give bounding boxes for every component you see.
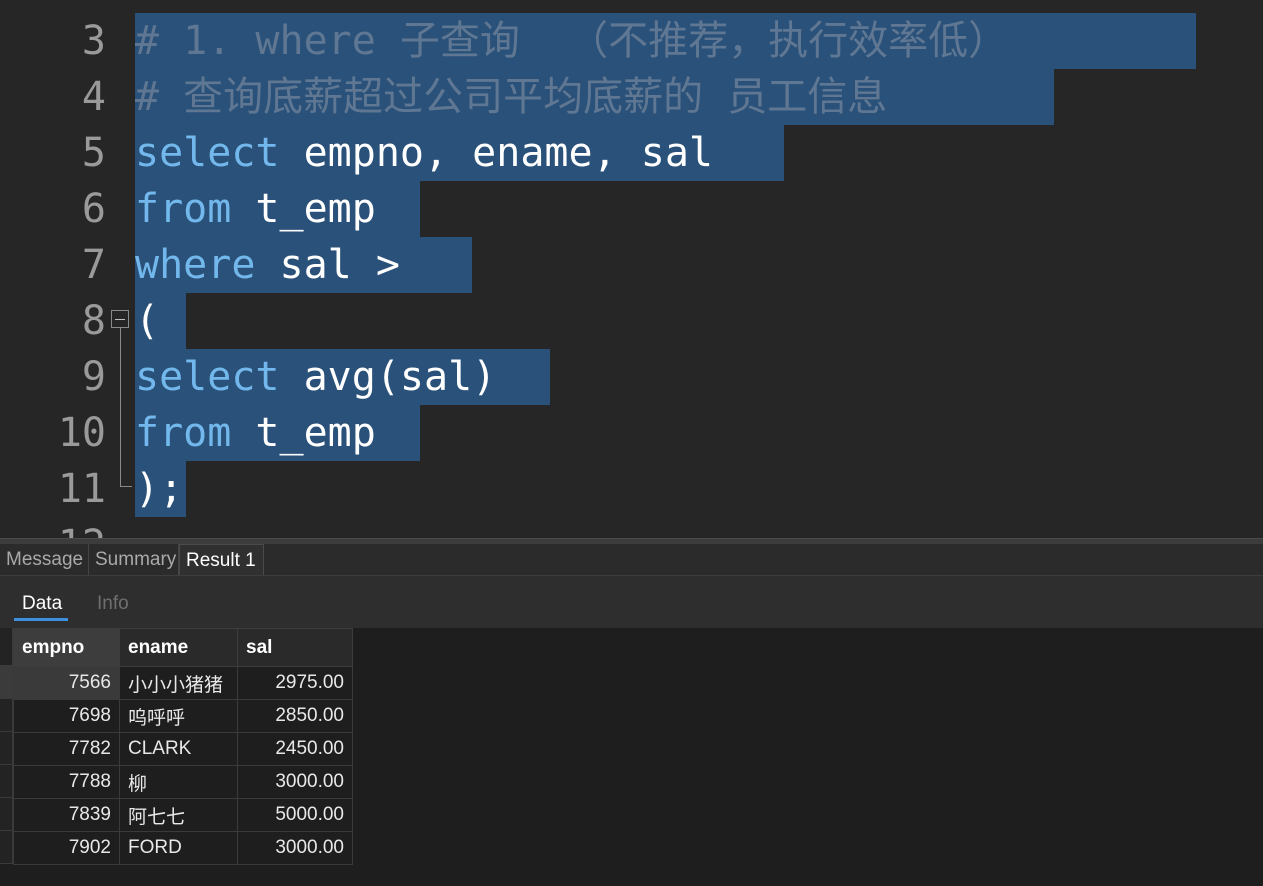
row-indicator[interactable]: [0, 666, 13, 699]
table-header-row: empno ename sal: [13, 628, 353, 667]
tab-data[interactable]: Data: [22, 590, 62, 618]
tab-message[interactable]: Message: [0, 544, 89, 575]
code-line: from t_emp: [135, 181, 376, 237]
cell-empno[interactable]: 7902: [13, 831, 120, 865]
cell-sal[interactable]: 2450.00: [237, 732, 353, 766]
line-number: 6: [81, 186, 106, 232]
tab-info[interactable]: Info: [97, 590, 129, 618]
result-grid[interactable]: empno ename sal 7566 小小小猪猪 2975.00 7698 呜呼呼 2…: [0, 628, 1263, 886]
row-indicator[interactable]: [0, 732, 13, 765]
cell-empno[interactable]: 7566: [13, 666, 120, 700]
cell-ename[interactable]: 柳: [119, 765, 238, 799]
result-sub-tabs: Data Info: [0, 576, 1263, 628]
line-number: 7: [81, 242, 106, 288]
row-indicator[interactable]: [0, 765, 13, 798]
sql-text: avg(sal): [279, 354, 497, 400]
code-line: select avg(sal): [135, 349, 496, 405]
cell-sal[interactable]: 5000.00: [237, 798, 353, 832]
tab-result-1[interactable]: Result 1: [179, 544, 264, 575]
row-indicator[interactable]: [0, 798, 13, 831]
column-header-sal[interactable]: sal: [237, 628, 353, 667]
code-line: # 查询底薪超过公司平均底薪的 员工信息: [135, 69, 887, 125]
sql-editor[interactable]: 3 4 5 6 7 8 9 10 11 12 # 1. where 子查询 （不推荐，执行效率低）…: [0, 0, 1263, 538]
cell-sal[interactable]: 2850.00: [237, 699, 353, 733]
sql-text: empno, ename, sal: [279, 130, 713, 176]
row-indicator-column: [0, 628, 13, 864]
active-tab-indicator: [14, 618, 68, 621]
table-row[interactable]: 7788 柳 3000.00: [13, 765, 353, 799]
cell-ename[interactable]: FORD: [119, 831, 238, 865]
cell-ename[interactable]: 小小小猪猪: [119, 666, 238, 700]
fold-toggle-icon[interactable]: [111, 310, 129, 328]
row-indicator[interactable]: [0, 699, 13, 732]
cell-ename[interactable]: 阿七七: [119, 798, 238, 832]
sql-comment: # 1. where 子查询 （不推荐，执行效率低）: [135, 18, 1009, 64]
sql-text: sal >: [255, 242, 400, 288]
cell-empno[interactable]: 7788: [13, 765, 120, 799]
sql-text: );: [135, 466, 184, 512]
row-indicator[interactable]: [0, 831, 13, 864]
cell-sal[interactable]: 3000.00: [237, 765, 353, 799]
line-number: 3: [81, 18, 106, 64]
table-row[interactable]: 7782 CLARK 2450.00: [13, 732, 353, 766]
cell-ename[interactable]: 呜呼呼: [119, 699, 238, 733]
line-number: 5: [81, 130, 106, 176]
code-line: select empno, ename, sal: [135, 125, 713, 181]
cell-sal[interactable]: 3000.00: [237, 831, 353, 865]
line-number: 11: [57, 466, 106, 512]
table-row[interactable]: 7902 FORD 3000.00: [13, 831, 353, 865]
sql-keyword: from: [135, 410, 232, 456]
column-header-ename[interactable]: ename: [119, 628, 238, 667]
table-row[interactable]: 7566 小小小猪猪 2975.00: [13, 666, 353, 700]
sql-keyword: where: [135, 242, 256, 288]
fold-guide-end: [120, 486, 132, 487]
cell-empno[interactable]: 7698: [13, 699, 120, 733]
sql-keyword: select: [135, 130, 280, 176]
code-line: );: [135, 461, 183, 517]
column-header-empno[interactable]: empno: [13, 628, 120, 667]
row-indicator-header: [0, 628, 13, 666]
cell-sal[interactable]: 2975.00: [237, 666, 353, 700]
result-tab-bar: Message Summary Result 1: [0, 544, 1263, 576]
sql-comment: # 查询底薪超过公司平均底薪的 员工信息: [135, 74, 888, 120]
table-row[interactable]: 7839 阿七七 5000.00: [13, 798, 353, 832]
line-number: 10: [57, 410, 106, 456]
code-line: (: [135, 293, 159, 349]
code-line: # 1. where 子查询 （不推荐，执行效率低）: [135, 13, 1008, 69]
tab-summary[interactable]: Summary: [89, 544, 179, 575]
line-number: 12: [0, 517, 106, 538]
table-row[interactable]: 7698 呜呼呼 2850.00: [13, 699, 353, 733]
cell-empno[interactable]: 7839: [13, 798, 120, 832]
line-number: 8: [81, 298, 106, 344]
sql-text: t_emp: [231, 410, 376, 456]
line-number: 9: [81, 354, 106, 400]
code-line: where sal >: [135, 237, 400, 293]
sql-keyword: select: [135, 354, 280, 400]
sql-text: t_emp: [231, 186, 376, 232]
sql-text: (: [135, 298, 160, 344]
fold-guide-line: [120, 328, 121, 486]
cell-ename[interactable]: CLARK: [119, 732, 238, 766]
sql-keyword: from: [135, 186, 232, 232]
code-line: from t_emp: [135, 405, 376, 461]
result-table: empno ename sal 7566 小小小猪猪 2975.00 7698 呜呼呼 2…: [13, 628, 353, 865]
line-number: 4: [81, 74, 106, 120]
cell-empno[interactable]: 7782: [13, 732, 120, 766]
